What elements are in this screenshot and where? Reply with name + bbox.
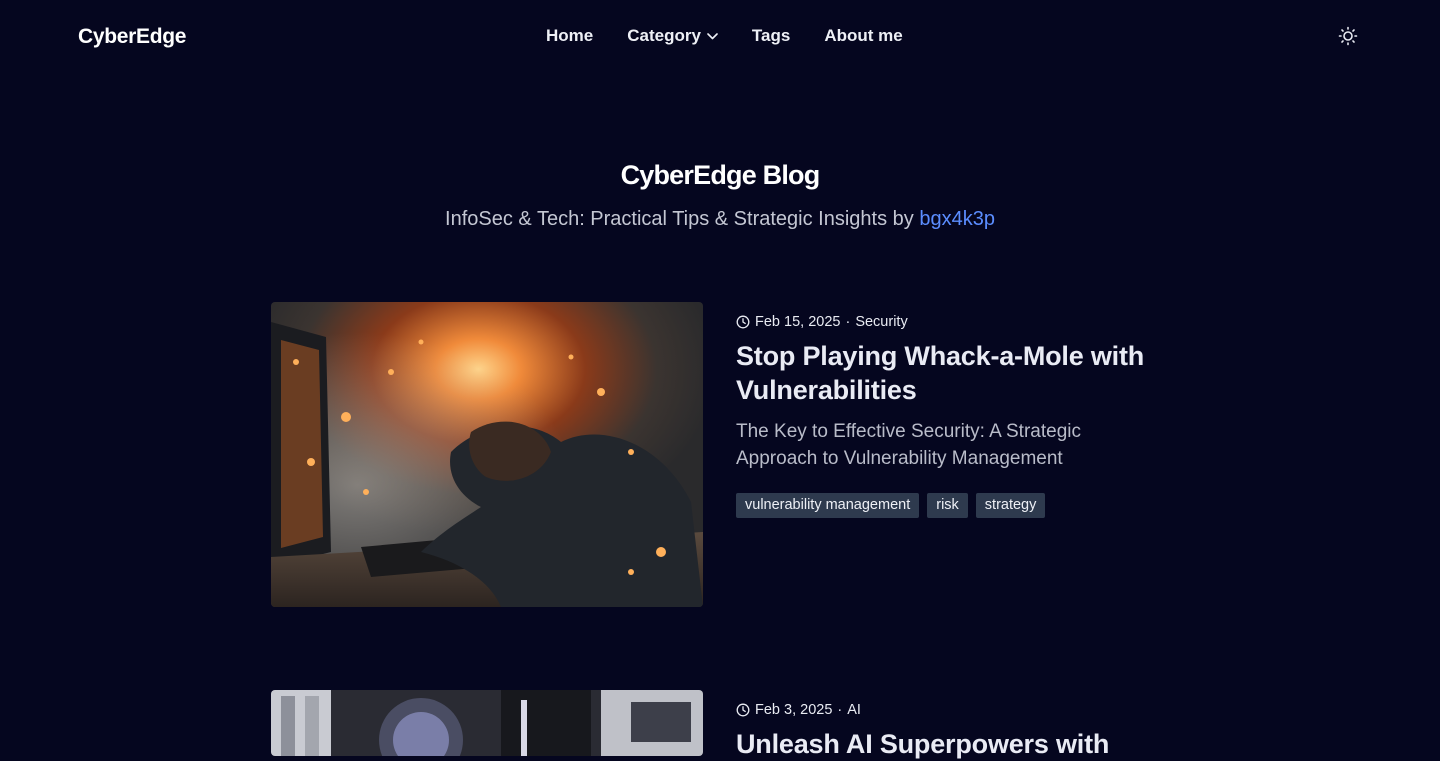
chevron-down-icon: [707, 32, 718, 40]
post-thumbnail[interactable]: [271, 302, 703, 607]
theme-toggle-button[interactable]: [1337, 26, 1359, 51]
tag-chip[interactable]: strategy: [975, 493, 1046, 518]
nav-category[interactable]: Category: [627, 26, 718, 46]
page-title: CyberEdge Blog: [620, 160, 821, 190]
nav-category-label: Category: [627, 26, 701, 45]
sun-icon: [1338, 26, 1358, 51]
tag-chip[interactable]: risk: [927, 493, 968, 518]
post-thumbnail[interactable]: [271, 690, 703, 756]
nav-tags-label: Tags: [751, 26, 791, 45]
post-thumbnail-image: [271, 690, 703, 756]
author-link[interactable]: bgx4k3p: [919, 208, 995, 230]
nav-home-label: Home: [546, 26, 594, 45]
post-meta: Feb 3, 2025 · AI: [736, 701, 1166, 719]
post-body: Feb 15, 2025 · Security Stop Playing Wha…: [736, 302, 1166, 518]
tag-chip[interactable]: vulnerability management: [736, 493, 920, 518]
post-tags: vulnerability management risk strategy: [736, 493, 1166, 518]
site-logo[interactable]: CyberEdge: [78, 25, 186, 49]
nav-tags[interactable]: Tags: [752, 26, 790, 46]
page-subtitle: InfoSec & Tech: Practical Tips & Strateg…: [0, 208, 1440, 231]
post-category[interactable]: AI: [847, 702, 861, 718]
nav-about-label: About me: [824, 26, 903, 45]
post-body: Feb 3, 2025 · AI Unleash AI Superpowers …: [736, 690, 1166, 761]
meta-separator: ·: [845, 314, 851, 330]
post-thumbnail-image: [271, 302, 703, 607]
nav-about[interactable]: About me: [824, 26, 902, 46]
subtitle-text: InfoSec & Tech: Practical Tips & Strateg…: [445, 208, 920, 230]
post-date: Feb 15, 2025: [755, 314, 841, 330]
post-meta: Feb 15, 2025 · Security: [736, 313, 1166, 331]
meta-separator: ·: [837, 702, 843, 718]
main-nav: Home Category Tags About me: [546, 26, 903, 46]
post-title[interactable]: Stop Playing Whack-a-Mole with Vulnerabi…: [736, 339, 1166, 407]
post-date: Feb 3, 2025: [755, 702, 833, 718]
clock-icon: [736, 703, 750, 717]
nav-home[interactable]: Home: [546, 26, 593, 46]
clock-icon: [736, 315, 750, 329]
post-description: The Key to Effective Security: A Strateg…: [736, 421, 1081, 469]
post-category[interactable]: Security: [855, 314, 907, 330]
